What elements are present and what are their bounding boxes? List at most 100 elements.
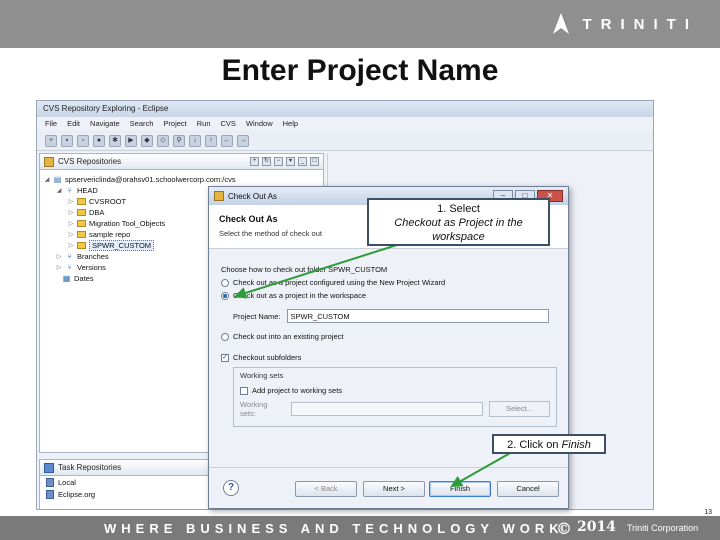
menu-navigate[interactable]: Navigate: [90, 119, 120, 129]
eclipse-repository-icon: [46, 489, 54, 499]
project-name-label: Project Name:: [233, 311, 281, 321]
help-icon[interactable]: ?: [223, 480, 239, 496]
eclipse-menu-bar: File Edit Navigate Search Project Run CV…: [37, 117, 653, 131]
external-tools-icon[interactable]: ◆: [141, 134, 153, 147]
tree-item-label: CVSROOT: [89, 197, 127, 206]
collapse-arrow-icon[interactable]: ◢: [56, 187, 62, 194]
menu-file[interactable]: File: [45, 119, 57, 129]
option-project-in-workspace[interactable]: Check out as a project in the workspace: [221, 289, 556, 302]
collapse-all-icon[interactable]: −: [274, 157, 283, 166]
expand-arrow-icon[interactable]: ▷: [68, 198, 74, 205]
debug-icon[interactable]: ✱: [109, 134, 121, 147]
project-name-input[interactable]: [286, 309, 549, 323]
corporation-name: Triniti Corporation: [627, 523, 699, 533]
option-label: Check out into an existing project: [233, 332, 344, 341]
back-button[interactable]: < Back: [295, 481, 357, 497]
option-existing-project[interactable]: Check out into an existing project: [221, 330, 556, 343]
working-sets-field-label: Working sets:: [240, 400, 268, 418]
radio-project-in-workspace[interactable]: [221, 291, 229, 300]
select-working-sets-button[interactable]: Select...: [489, 401, 550, 417]
callout-step-1-detail: Checkout as Project in the workspace: [394, 217, 523, 243]
dialog-title: Check Out As: [228, 191, 277, 201]
checkout-subfolders-checkbox[interactable]: ✓: [221, 353, 229, 362]
expand-arrow-icon[interactable]: ▷: [56, 253, 62, 260]
cancel-button[interactable]: Cancel: [497, 481, 559, 497]
callout-step-2: 2. Click on Finish: [492, 434, 606, 454]
project-name-row: Project Name:: [233, 308, 556, 324]
tree-item-label: Versions: [77, 263, 106, 272]
run-icon[interactable]: ▶: [125, 134, 137, 147]
choose-method-label: Choose how to check out folder SPWR_CUST…: [221, 265, 388, 274]
folder-icon: [77, 198, 86, 205]
callout-step-2-label: 2. Click on: [507, 439, 562, 451]
menu-cvs[interactable]: CVS: [221, 119, 236, 129]
globe-icon[interactable]: ●: [93, 134, 105, 147]
tree-item-label: DBA: [89, 208, 105, 217]
cvs-repositories-icon: [44, 156, 54, 167]
callout-step-1: 1. Select Checkout as Project in the wor…: [367, 198, 550, 246]
expand-arrow-icon[interactable]: ▷: [56, 264, 62, 271]
tree-item-repository[interactable]: ◢ ▤ spservericlinda@orahsv01.schoolwerco…: [44, 174, 319, 185]
repository-icon: ▤: [53, 175, 62, 184]
working-sets-label: Working sets: [240, 371, 284, 380]
expand-arrow-icon[interactable]: ▷: [68, 220, 74, 227]
prev-annotation-icon[interactable]: ↑: [205, 134, 217, 147]
expand-arrow-icon[interactable]: ▷: [68, 231, 74, 238]
forward-icon[interactable]: →: [237, 134, 249, 147]
option-new-project-wizard[interactable]: Check out as a project configured using …: [221, 276, 556, 289]
expand-arrow-icon[interactable]: ▷: [68, 242, 74, 249]
menu-run[interactable]: Run: [197, 119, 211, 129]
tree-item-label: Dates: [74, 274, 94, 283]
option-label: Check out as a project in the workspace: [233, 291, 366, 300]
logo-text: TRINITI: [582, 15, 698, 33]
next-annotation-icon[interactable]: ↓: [189, 134, 201, 147]
refresh-icon[interactable]: ↻: [262, 157, 271, 166]
menu-search[interactable]: Search: [130, 119, 154, 129]
callout-step-1-label: 1. Select: [437, 203, 480, 215]
menu-edit[interactable]: Edit: [67, 119, 80, 129]
folder-icon: [77, 231, 86, 238]
menu-project[interactable]: Project: [163, 119, 186, 129]
page-number: 13: [704, 509, 712, 516]
maximize-view-icon[interactable]: □: [310, 157, 319, 166]
tree-item-label: spservericlinda@orahsv01.schoolwercorp.c…: [65, 175, 236, 184]
folder-icon: [77, 242, 86, 249]
tree-item-label: SPWR_CUSTOM: [89, 240, 155, 251]
cvs-repositories-tab-label: CVS Repositories: [58, 157, 122, 166]
checkout-subfolders-row[interactable]: ✓ Checkout subfolders: [221, 351, 556, 364]
eclipse-toolbar: + ▪ ▫ ● ✱ ▶ ◆ ◇ ⚲ ↓ ↑ ← →: [37, 131, 653, 151]
menu-help[interactable]: Help: [283, 119, 298, 129]
option-label: Check out as a project configured using …: [233, 278, 446, 287]
back-icon[interactable]: ←: [221, 134, 233, 147]
radio-new-project-wizard[interactable]: [221, 278, 229, 287]
menu-window[interactable]: Window: [246, 119, 273, 129]
new-icon[interactable]: +: [45, 134, 57, 147]
slide-title: Enter Project Name: [221, 54, 499, 87]
add-repository-icon[interactable]: +: [250, 157, 259, 166]
collapse-arrow-icon[interactable]: ◢: [44, 176, 50, 183]
cvs-repositories-tab[interactable]: CVS Repositories + ↻ − ▾ _ □: [40, 154, 323, 170]
tree-item-label: HEAD: [77, 186, 98, 195]
tree-item-label: Migration Tool_Objects: [89, 219, 166, 228]
triniti-logo-mark-icon: [552, 13, 569, 34]
print-icon[interactable]: ▫: [77, 134, 89, 147]
radio-existing-project[interactable]: [221, 332, 229, 341]
task-repositories-tab-label: Task Repositories: [58, 463, 122, 472]
view-menu-icon[interactable]: ▾: [286, 157, 295, 166]
minimize-view-icon[interactable]: _: [298, 157, 307, 166]
add-working-sets-checkbox[interactable]: [240, 386, 248, 395]
expand-arrow-icon[interactable]: ▷: [68, 209, 74, 216]
next-button[interactable]: Next >: [363, 481, 425, 497]
add-working-sets-row[interactable]: Add project to working sets: [240, 384, 550, 397]
checkout-subfolders-label: Checkout subfolders: [233, 353, 302, 362]
add-working-sets-label: Add project to working sets: [252, 386, 343, 395]
open-type-icon[interactable]: ◇: [157, 134, 169, 147]
footer-band: WHERE BUSINESS AND TECHNOLOGY WORK © 201…: [0, 516, 720, 540]
dialog-button-bar: ? < Back Next > Finish Cancel: [209, 467, 568, 508]
save-icon[interactable]: ▪: [61, 134, 73, 147]
finish-button[interactable]: Finish: [429, 481, 491, 497]
header-band: TRINITI: [0, 0, 720, 48]
branch-icon: ⑂: [67, 186, 72, 195]
search-icon[interactable]: ⚲: [173, 134, 185, 147]
working-sets-combo[interactable]: [290, 402, 484, 416]
